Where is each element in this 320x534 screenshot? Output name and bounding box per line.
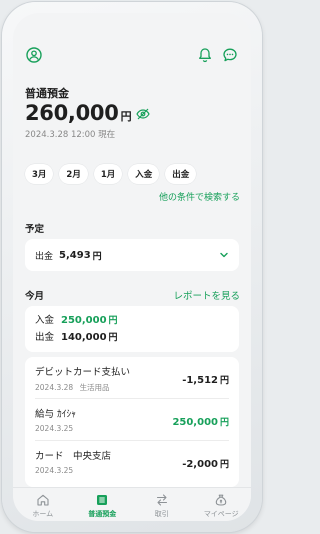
tab-transactions[interactable]: 取引 <box>132 488 192 521</box>
withdraw-currency: 円 <box>108 333 118 343</box>
eye-slash-icon[interactable] <box>135 108 150 120</box>
filter-chip-january[interactable]: 1月 <box>93 164 123 184</box>
scheduled-amount: 5,493 <box>59 249 91 261</box>
deposit-label: 入金 <box>35 315 55 326</box>
transfer-icon <box>156 494 167 506</box>
advanced-search-link[interactable]: 他の条件で検索する <box>159 190 240 203</box>
filter-chip-deposit[interactable]: 入金 <box>128 164 160 184</box>
transaction-amount-value: 250,000 <box>172 417 218 428</box>
tab-label: 普通預金 <box>88 510 117 518</box>
tab-label: ホーム <box>32 510 54 518</box>
bottom-tab-bar: ホーム 普通預金 取引 マイページ <box>13 487 251 521</box>
deposit-row: 入金 250,000 円 <box>35 312 229 329</box>
filter-chip-march[interactable]: 3月 <box>25 164 54 184</box>
transaction-list: デビットカード支払い 2024.3.28 生活用品 -1,512 円 給与 ｶｲｼ… <box>25 357 239 487</box>
transaction-name: カード 中央支店 <box>35 451 112 462</box>
tab-label: マイページ <box>203 510 239 518</box>
transaction-amount: -2,000 円 <box>182 457 229 470</box>
transaction-name: 給与 ｶｲｼｬ <box>35 409 77 420</box>
phone-frame: 普通預金 260,000 円 2024.3.28 12:00 現在 3月 2月 … <box>2 2 262 532</box>
tab-label: 取引 <box>154 510 169 518</box>
transaction-currency: 円 <box>219 418 229 428</box>
withdraw-amount: 140,000 <box>61 332 107 343</box>
deposit-currency: 円 <box>108 316 118 326</box>
notification-button[interactable] <box>196 46 214 64</box>
home-icon <box>37 494 49 506</box>
bell-icon <box>199 48 211 63</box>
this-month-section-label: 今月 <box>25 291 45 302</box>
transaction-amount-value: -1,512 <box>182 375 218 386</box>
transaction-amount: -1,512 円 <box>182 373 229 386</box>
transaction-date: 2024.3.25 <box>35 424 74 433</box>
transaction-meta: 2024.3.28 生活用品 <box>35 382 110 393</box>
transaction-currency: 円 <box>219 460 229 470</box>
transaction-amount: 250,000 円 <box>172 415 229 428</box>
monthly-summary-card: 入金 250,000 円 出金 140,000 円 <box>25 306 239 352</box>
transaction-date: 2024.3.28 <box>35 383 74 392</box>
transaction-meta: 2024.3.25 <box>35 466 73 475</box>
transaction-name: デビットカード支払い <box>35 367 131 378</box>
transaction-currency: 円 <box>219 376 229 386</box>
transaction-row[interactable]: カード 中央支店 2024.3.25 -2,000 円 <box>35 441 229 483</box>
top-bar <box>25 46 239 64</box>
tab-home[interactable]: ホーム <box>13 488 73 521</box>
profile-button[interactable] <box>25 46 43 64</box>
tab-savings[interactable]: 普通預金 <box>73 488 133 521</box>
withdraw-label: 出金 <box>35 332 55 343</box>
scheduled-currency: 円 <box>92 251 102 262</box>
chevron-down-icon <box>220 252 228 258</box>
scheduled-section-label: 予定 <box>25 224 45 235</box>
filter-chip-withdrawal[interactable]: 出金 <box>165 164 197 184</box>
filter-chip-february[interactable]: 2月 <box>59 164 88 184</box>
balance-timestamp: 2024.3.28 12:00 現在 <box>25 130 116 140</box>
scheduled-label: 出金 <box>35 251 54 262</box>
transaction-row[interactable]: デビットカード支払い 2024.3.28 生活用品 -1,512 円 <box>35 357 229 399</box>
scheduled-card[interactable]: 出金 5,493 円 <box>25 239 239 271</box>
tab-mypage[interactable]: マイページ <box>192 488 252 521</box>
transaction-amount-value: -2,000 <box>182 459 218 470</box>
withdraw-row: 出金 140,000 円 <box>35 329 229 346</box>
deposit-amount: 250,000 <box>61 315 107 326</box>
chat-button[interactable] <box>221 46 239 64</box>
report-link[interactable]: レポートを見る <box>173 288 240 302</box>
profile-icon <box>26 47 42 63</box>
list-icon <box>97 495 108 505</box>
app-screen: 普通預金 260,000 円 2024.3.28 12:00 現在 3月 2月 … <box>13 13 251 521</box>
transaction-meta: 2024.3.25 <box>35 424 73 433</box>
chat-bubble-icon <box>223 48 237 62</box>
transaction-row[interactable]: 給与 ｶｲｼｬ 2024.3.25 250,000 円 <box>35 399 229 441</box>
filter-chips: 3月 2月 1月 入金 出金 <box>25 164 197 184</box>
account-title: 普通預金 <box>25 87 69 100</box>
balance-amount: 260,000 <box>25 101 119 125</box>
transaction-date: 2024.3.25 <box>35 466 74 475</box>
transaction-category: 生活用品 <box>79 383 110 392</box>
balance-currency: 円 <box>120 110 132 123</box>
moneybag-icon <box>216 494 227 506</box>
balance-row: 260,000 円 <box>25 101 150 125</box>
